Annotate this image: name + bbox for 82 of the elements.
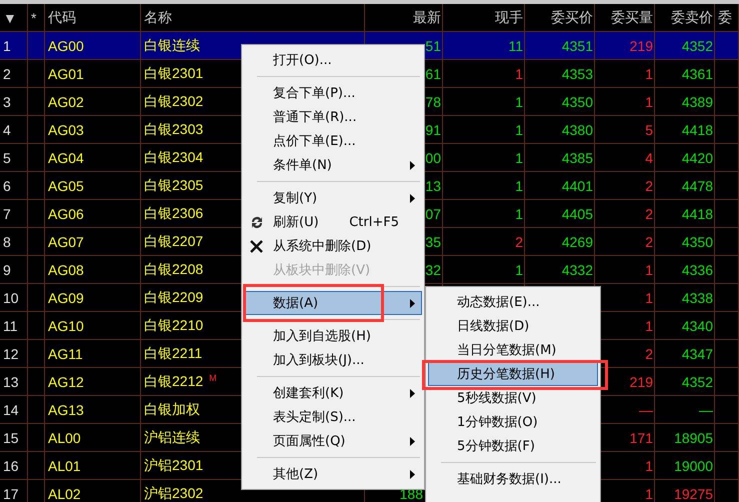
number-cell: 4418 xyxy=(682,122,713,138)
number-cell: 1 xyxy=(515,94,523,110)
number-cell: 11 xyxy=(508,38,523,54)
number-cell: 4418 xyxy=(682,206,713,222)
number-cell: 51 xyxy=(425,38,441,54)
name-cell: 白银2209 xyxy=(144,288,204,306)
number-cell: 35 xyxy=(425,234,441,250)
name-cell: 白银2301 xyxy=(144,64,204,82)
name-cell: 白银连续 xyxy=(144,36,200,54)
number-cell: 4389 xyxy=(682,94,713,110)
number-cell: 4351 xyxy=(562,38,593,54)
name-cell: 沪铝连续 xyxy=(144,428,200,446)
number-cell: 1 xyxy=(645,94,653,110)
name-cell: 白银2207 xyxy=(144,232,204,250)
name-cell: 白银2212 xyxy=(144,372,204,390)
number-cell: 1 xyxy=(645,66,653,82)
number-cell: 4352 xyxy=(682,38,713,54)
number-cell: 219 xyxy=(630,38,653,54)
number-cell: 4340 xyxy=(682,318,713,334)
number-cell: 4336 xyxy=(682,262,713,278)
number-cell: 4405 xyxy=(562,206,593,222)
number-cell: 4269 xyxy=(562,234,593,250)
number-cell: 1 xyxy=(515,66,523,82)
number-cell: 32 xyxy=(425,262,441,278)
number-cell: — xyxy=(639,402,653,418)
number-cell: 1 xyxy=(515,206,523,222)
number-cell: 13 xyxy=(425,178,441,194)
number-cell: 07 xyxy=(425,206,441,222)
number-cell: 78 xyxy=(425,94,441,110)
number-cell: 4361 xyxy=(682,66,713,82)
number-cell: 1 xyxy=(645,486,653,502)
number-cell: 219 xyxy=(630,374,653,390)
number-cell: 1 xyxy=(645,318,653,334)
row-number: 17 xyxy=(0,480,28,502)
number-cell: 4385 xyxy=(562,150,593,166)
number-cell: 1 xyxy=(645,262,653,278)
number-cell: 19000 xyxy=(674,458,713,474)
name-cell: 白银2305 xyxy=(144,176,204,194)
name-cell: 白银2303 xyxy=(144,120,204,138)
number-cell: 2 xyxy=(645,178,653,194)
number-cell: 4350 xyxy=(682,234,713,250)
shortcut-label: Ctrl+F5 xyxy=(349,214,399,230)
number-cell: 1 xyxy=(645,458,653,474)
number-cell: 4380 xyxy=(562,122,593,138)
number-cell: 4347 xyxy=(682,346,713,362)
number-cell: 4353 xyxy=(562,66,593,82)
code-cell: AL02 xyxy=(45,480,141,502)
number-cell: 1 xyxy=(645,290,653,306)
number-cell: 4401 xyxy=(562,178,593,194)
name-cell: 沪铝2301 xyxy=(144,456,204,474)
number-cell: 4338 xyxy=(682,290,713,306)
number-cell: 2 xyxy=(645,206,653,222)
number-cell: — xyxy=(699,402,713,418)
number-cell: 2 xyxy=(515,234,523,250)
number-cell: 00 xyxy=(425,150,441,166)
name-cell: 白银加权 xyxy=(144,400,200,418)
number-cell: 4 xyxy=(645,150,653,166)
number-cell: 18905 xyxy=(674,430,713,446)
number-cell: 5 xyxy=(645,122,653,138)
number-cell: 4332 xyxy=(562,262,593,278)
name-cell: 白银2211 xyxy=(144,344,202,362)
number-cell: 171 xyxy=(630,430,653,446)
number-cell: 4350 xyxy=(562,94,593,110)
number-cell: 4478 xyxy=(682,178,713,194)
number-cell: 4352 xyxy=(682,374,713,390)
name-cell: 白银2306 xyxy=(144,204,204,222)
number-cell: 1 xyxy=(515,262,523,278)
name-cell: 白银2302 xyxy=(144,92,204,110)
number-cell: 91 xyxy=(425,122,441,138)
number-cell: 61 xyxy=(425,66,441,82)
name-cell: 白银2304 xyxy=(144,148,204,166)
name-cell: 沪铝2302 xyxy=(144,484,204,502)
number-cell: 1 xyxy=(515,178,523,194)
name-cell: 白银2208 xyxy=(144,260,204,278)
number-cell: 4420 xyxy=(682,150,713,166)
marker-label: M xyxy=(209,373,217,383)
number-cell: 2 xyxy=(645,234,653,250)
number-cell: 2 xyxy=(645,346,653,362)
number-cell: 19275 xyxy=(674,486,713,502)
number-cell: 1 xyxy=(515,150,523,166)
name-cell: 白银2210 xyxy=(144,316,204,334)
number-cell: 1 xyxy=(515,122,523,138)
